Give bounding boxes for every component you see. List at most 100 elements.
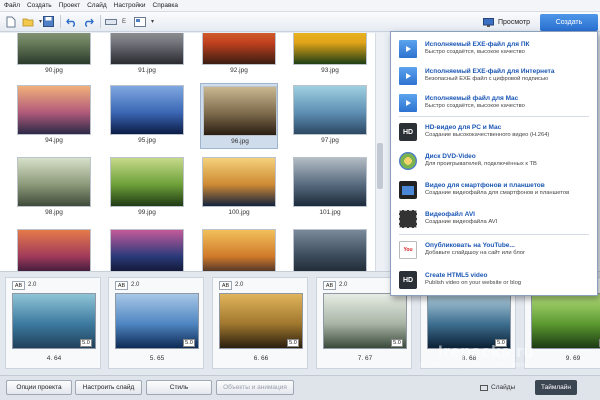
photo-thumbnail[interactable] [291, 227, 369, 271]
tab-timeline[interactable]: Таймлайн [535, 380, 578, 395]
create-option-text: Опубликовать на YouTube... Добавьте слайд… [425, 238, 525, 256]
photo-thumbnail[interactable]: 98.jpg [15, 155, 93, 221]
slide-label: 5. 65 [149, 355, 165, 362]
redo-icon[interactable] [82, 15, 95, 28]
save-icon[interactable] [42, 15, 55, 28]
photo-thumbnail[interactable]: 92.jpg [200, 33, 278, 79]
photo-thumbnail[interactable]: 97.jpg [291, 83, 369, 149]
create-option-text: Create HTML5 video Publish video on your … [425, 268, 521, 286]
photo-image [17, 229, 91, 271]
style-button[interactable]: Стиль [146, 380, 212, 395]
transition-ab-icon[interactable]: AB [115, 281, 128, 290]
tab-preview[interactable]: Просмотр [480, 15, 540, 30]
create-option[interactable]: Диск DVD-Video Для проигрывателей, подклю… [391, 149, 597, 175]
create-option-title: HD-видео для PC и Mac [425, 124, 502, 131]
project-options-button[interactable]: Опции проекта [6, 380, 72, 395]
create-option-text: HD-видео для PC и Mac Создание высококаче… [425, 120, 549, 138]
timeline-slide[interactable]: AB 2.0 5.0 5. 65 [108, 277, 204, 369]
photo-thumbnail[interactable]: 96.jpg [200, 83, 278, 149]
photo-thumbnail[interactable]: 99.jpg [108, 155, 186, 221]
grid-scrollbar[interactable] [375, 33, 384, 271]
layout-icon[interactable] [134, 15, 147, 28]
menu-create[interactable]: Создать [27, 2, 52, 9]
photo-image [202, 33, 276, 65]
photo-image [293, 157, 367, 207]
create-option[interactable]: Исполняемый файл для Mac Быстро создаётся… [391, 91, 597, 117]
scrollbar-thumb[interactable] [377, 143, 383, 189]
configure-slide-button[interactable]: Настроить слайд [75, 380, 142, 395]
create-option[interactable]: Исполняемый EXE-файл для Интернета Безопа… [391, 64, 597, 90]
photo-thumbnail[interactable]: 90.jpg [15, 33, 93, 79]
photo-filename: 92.jpg [230, 67, 248, 74]
transition-ab-icon[interactable]: AB [219, 281, 232, 290]
objects-animation-button[interactable]: Объекты и анимация [216, 380, 294, 395]
photo-image [110, 157, 184, 207]
photo-image [110, 33, 184, 65]
create-option-subtitle: Для проигрывателей, подключённых к ТВ [425, 161, 537, 167]
hd-icon: HD [399, 123, 417, 141]
menu-bar: Файл Создать Проект Слайд Настройки Спра… [0, 0, 600, 12]
resolution-label[interactable]: E [122, 19, 126, 25]
slide-duration[interactable]: 5.0 [391, 339, 403, 347]
photo-image [17, 157, 91, 207]
photo-thumbnail[interactable]: 93.jpg [291, 33, 369, 79]
create-option-title: Исполняемый EXE-файл для Интернета [425, 68, 555, 75]
photo-grid: 90.jpg 91.jpg 92.jpg 93.jpg 94.jpg 95.jpg 96.j… [0, 33, 383, 271]
create-option-subtitle: Publish video on your website or blog [425, 280, 522, 286]
tab-create-label: Создать [555, 19, 583, 26]
menu-file[interactable]: Файл [4, 2, 20, 9]
photo-image [293, 33, 367, 65]
create-option[interactable]: HD HD-видео для PC и Mac Создание высокока… [391, 120, 597, 146]
photo-filename: 97.jpg [321, 137, 339, 144]
slide-duration[interactable]: 5.0 [183, 339, 195, 347]
photo-thumbnail[interactable] [200, 227, 278, 271]
timeline-slide[interactable]: AB 2.0 5.0 6. 66 [212, 277, 308, 369]
slide-label: 9. 69 [565, 355, 581, 362]
transition-duration: 2.0 [235, 282, 244, 288]
hd-icon: HD [399, 271, 417, 289]
create-option[interactable]: Видеофайл AVI Создание видеофайла AVI [391, 207, 597, 233]
tab-create[interactable]: Создать [540, 14, 598, 31]
photo-image [110, 85, 184, 135]
photo-image [293, 229, 367, 271]
timeline-slide[interactable]: AB 2.0 5.0 4. 64 [5, 277, 101, 369]
open-folder-icon[interactable] [21, 15, 34, 28]
photo-thumbnail[interactable]: 101.jpg [291, 155, 369, 221]
menu-help[interactable]: Справка [153, 2, 179, 9]
photo-thumbnail[interactable]: 91.jpg [108, 33, 186, 79]
transition-duration: 2.0 [28, 282, 37, 288]
slide-duration[interactable]: 5.0 [80, 339, 92, 347]
tab-slides[interactable]: Слайды [480, 380, 515, 395]
photo-thumbnail[interactable]: 100.jpg [200, 155, 278, 221]
photo-thumbnail[interactable]: 94.jpg [15, 83, 93, 149]
transition-duration: 2.0 [131, 282, 140, 288]
transition-ab-icon[interactable]: AB [12, 281, 25, 290]
create-option[interactable]: Видео для смартфонов и планшетов Создание… [391, 178, 597, 204]
create-option-title: Create HTML5 video [425, 272, 488, 279]
undo-icon[interactable] [65, 15, 78, 28]
slide-duration[interactable]: 5.0 [287, 339, 299, 347]
aspect-ratio-icon[interactable] [105, 15, 118, 28]
create-option[interactable]: You Опубликовать на YouTube... Добавьте сл… [391, 238, 597, 264]
chevron-down-icon[interactable]: ▾ [151, 18, 154, 25]
toolbar-divider [60, 15, 62, 28]
menu-project[interactable]: Проект [59, 2, 80, 9]
transition-ab-icon[interactable]: AB [323, 281, 336, 290]
tab-slides-label: Слайды [491, 384, 516, 391]
bottom-bar: Опции проекта Настроить слайд Стиль Объе… [0, 375, 600, 400]
toolbar-divider [100, 15, 102, 28]
slide-label: 6. 66 [253, 355, 269, 362]
create-option[interactable]: Исполняемый EXE-файл для ПК Быстро создаё… [391, 37, 597, 63]
create-option[interactable]: HD Create HTML5 video Publish video on you… [391, 268, 597, 294]
tab-timeline-label: Таймлайн [541, 384, 572, 391]
new-file-icon[interactable] [4, 15, 17, 28]
photo-thumbnail[interactable] [15, 227, 93, 271]
photo-thumbnail[interactable] [108, 227, 186, 271]
menu-settings[interactable]: Настройки [114, 2, 146, 9]
menu-divider [399, 234, 589, 235]
photo-thumbnail[interactable]: 95.jpg [108, 83, 186, 149]
create-option-subtitle: Быстро создаётся, высокое качество [425, 103, 525, 109]
photo-image [17, 85, 91, 135]
youtube-icon-text: You [403, 247, 413, 253]
menu-slide[interactable]: Слайд [87, 2, 107, 9]
